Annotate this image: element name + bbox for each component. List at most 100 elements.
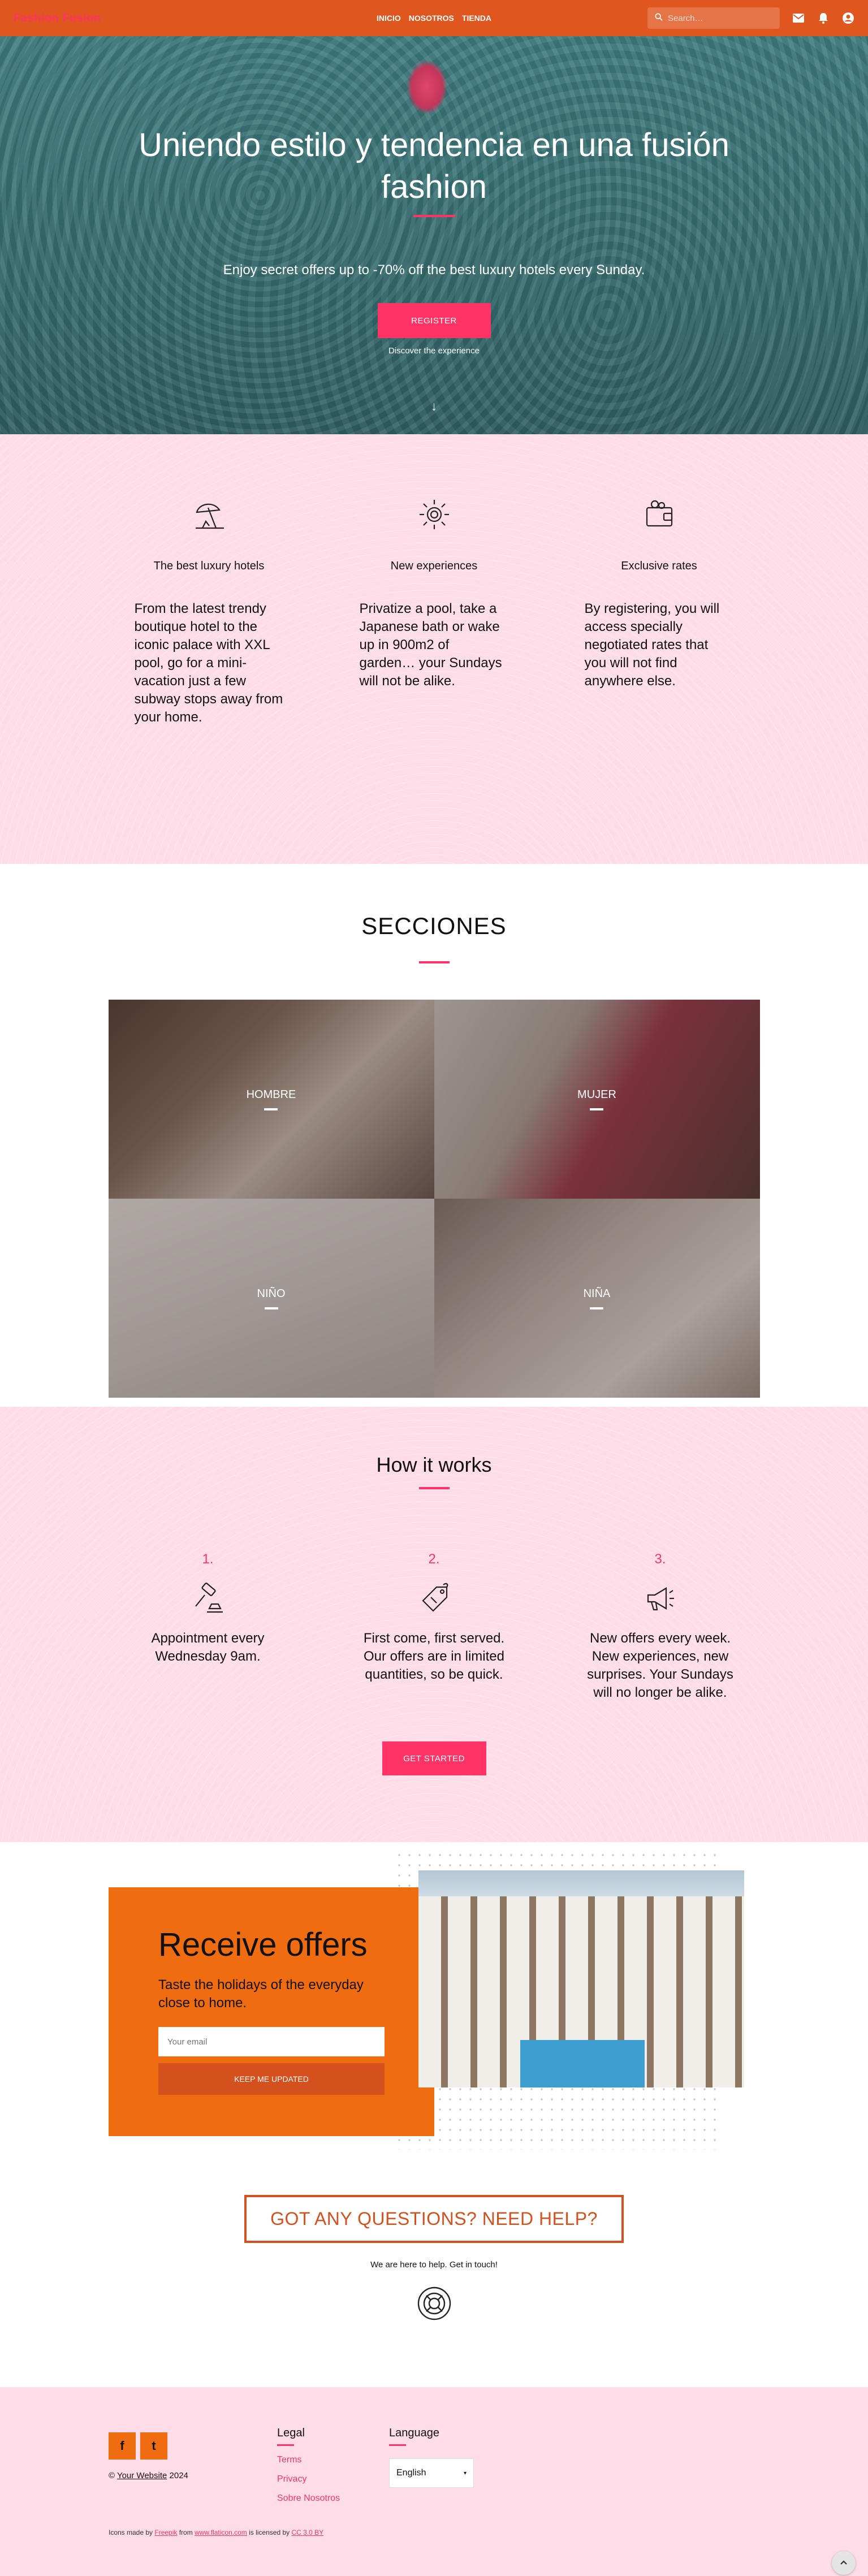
how-title: How it works bbox=[376, 1453, 492, 1476]
price-tag-icon bbox=[339, 1579, 529, 1618]
step-text: Appointment every Wednesday 9am. bbox=[151, 1631, 265, 1664]
help-title-button[interactable]: GOT ANY QUESTIONS? NEED HELP? bbox=[244, 2195, 624, 2243]
hero-section: Uniendo estilo y tendencia en una fusión… bbox=[0, 36, 868, 434]
top-bar: Fashion Fusion INICIO NOSOTROS TIENDA bbox=[0, 0, 868, 36]
keep-me-updated-button[interactable]: KEEP ME UPDATED bbox=[158, 2063, 385, 2095]
gavel-icon bbox=[113, 1579, 303, 1618]
footer: f t © Your Website 2024 Legal Terms Priv… bbox=[0, 2387, 868, 2576]
language-underline bbox=[389, 2444, 406, 2446]
language-selected-value: English bbox=[396, 2468, 426, 2478]
category-label: MUJER bbox=[577, 1088, 616, 1110]
discover-text: Discover the experience bbox=[388, 346, 480, 356]
search-icon bbox=[654, 12, 663, 24]
help-section: GOT ANY QUESTIONS? NEED HELP? We are her… bbox=[0, 2180, 868, 2387]
category-nino[interactable]: NIÑO bbox=[108, 1199, 434, 1398]
account-icon[interactable] bbox=[842, 12, 854, 24]
category-label: NIÑA bbox=[584, 1287, 610, 1309]
category-grid: HOMBRE MUJER NIÑO NIÑA bbox=[108, 1000, 760, 1398]
value-item: The best luxury hotels From the latest t… bbox=[126, 496, 293, 864]
offers-title: Receive offers bbox=[158, 1926, 368, 1963]
scroll-down-arrow-icon[interactable]: ↓ bbox=[431, 399, 437, 414]
copyright: © Your Website 2024 bbox=[109, 2471, 188, 2480]
twitter-icon[interactable]: t bbox=[140, 2432, 167, 2460]
hero-title: Uniendo estilo y tendencia en una fusión… bbox=[139, 127, 729, 205]
pool-shape bbox=[520, 2040, 645, 2087]
how-it-works-section: How it works 1. Appointment every Wednes… bbox=[0, 1407, 868, 1842]
value-text: Privatize a pool, take a Japanese bath o… bbox=[359, 601, 502, 689]
step-item: 2. First come, first served. Our offers … bbox=[339, 1551, 529, 1702]
step-number: 2. bbox=[428, 1551, 440, 1567]
nav-tienda[interactable]: TIENDA bbox=[462, 14, 491, 23]
search-input[interactable] bbox=[668, 13, 770, 23]
step-item: 3. New offers every week. New experience… bbox=[565, 1551, 755, 1702]
secciones-section: SECCIONES HOMBRE MUJER NIÑO NIÑA bbox=[0, 864, 868, 1407]
privacy-link[interactable]: Privacy bbox=[277, 2474, 389, 2484]
step-number: 1. bbox=[202, 1551, 214, 1567]
facebook-icon[interactable]: f bbox=[109, 2432, 136, 2460]
help-text: We are here to help. Get in touch! bbox=[370, 2260, 498, 2270]
how-underline bbox=[418, 1487, 450, 1489]
step-text: New offers every week. New experiences, … bbox=[587, 1631, 733, 1700]
legal-column: Legal Terms Privacy Sobre Nosotros bbox=[277, 2427, 389, 2504]
hero-title-underline bbox=[413, 215, 455, 217]
sobre-nosotros-link[interactable]: Sobre Nosotros bbox=[277, 2493, 389, 2504]
chevron-up-icon bbox=[840, 2558, 848, 2568]
category-label: NIÑO bbox=[257, 1287, 286, 1309]
category-nina[interactable]: NIÑA bbox=[434, 1199, 760, 1398]
footer-brand-column: f t © Your Website 2024 bbox=[109, 2427, 277, 2504]
step-text: First come, first served. Our offers are… bbox=[363, 1631, 505, 1682]
search-box[interactable] bbox=[647, 7, 780, 29]
icon-credits: Icons made by Freepik from www.flaticon.… bbox=[109, 2529, 324, 2536]
secciones-title: SECCIONES bbox=[361, 913, 507, 939]
hero-subtitle: Enjoy secret offers up to -70% off the b… bbox=[223, 262, 645, 278]
value-title: New experiences bbox=[390, 560, 478, 572]
value-item: Exclusive rates By registering, you will… bbox=[576, 496, 743, 864]
flaticon-link[interactable]: www.flaticon.com bbox=[195, 2529, 247, 2536]
wallet-icon bbox=[576, 496, 743, 542]
values-section: The best luxury hotels From the latest t… bbox=[0, 434, 868, 864]
sun-icon bbox=[351, 496, 518, 542]
category-hombre[interactable]: HOMBRE bbox=[108, 1000, 434, 1199]
social-links: f t bbox=[109, 2432, 277, 2460]
language-column: Language English ▾ bbox=[389, 2427, 474, 2504]
value-text: By registering, you will access speciall… bbox=[584, 601, 720, 689]
language-select[interactable]: English ▾ bbox=[389, 2458, 474, 2488]
bell-icon[interactable] bbox=[817, 12, 830, 24]
hotel-courtyard-image bbox=[418, 1870, 744, 2087]
language-title: Language bbox=[389, 2427, 439, 2439]
steps-list: 1. Appointment every Wednesday 9am. 2. F… bbox=[0, 1551, 868, 1702]
email-field[interactable] bbox=[158, 2027, 385, 2056]
back-to-top-button[interactable] bbox=[832, 2551, 856, 2575]
category-label: HOMBRE bbox=[247, 1088, 296, 1110]
legal-title: Legal bbox=[277, 2427, 305, 2439]
cc-license-link[interactable]: CC 3.0 BY bbox=[291, 2529, 323, 2536]
mail-icon[interactable] bbox=[792, 12, 805, 24]
value-text: From the latest trendy boutique hotel to… bbox=[134, 601, 283, 725]
beach-umbrella-icon bbox=[126, 496, 293, 542]
lifebuoy-icon bbox=[0, 2285, 868, 2322]
header-actions bbox=[647, 7, 854, 29]
register-button[interactable]: REGISTER bbox=[377, 303, 491, 338]
footer-columns: f t © Your Website 2024 Legal Terms Priv… bbox=[0, 2427, 868, 2504]
step-item: 1. Appointment every Wednesday 9am. bbox=[113, 1551, 303, 1702]
value-item: New experiences Privatize a pool, take a… bbox=[351, 496, 518, 864]
copyright-link[interactable]: Your Website bbox=[117, 2471, 167, 2480]
megaphone-icon bbox=[565, 1579, 755, 1618]
terms-link[interactable]: Terms bbox=[277, 2455, 389, 2465]
category-mujer[interactable]: MUJER bbox=[434, 1000, 760, 1199]
offers-section: Receive offers Taste the holidays of the… bbox=[0, 1842, 868, 2180]
offers-text: Taste the holidays of the everyday close… bbox=[158, 1977, 364, 2011]
nav-nosotros[interactable]: NOSOTROS bbox=[409, 14, 454, 23]
offer-card: Receive offers Taste the holidays of the… bbox=[109, 1887, 434, 2136]
chevron-down-icon: ▾ bbox=[463, 2470, 467, 2476]
value-title: Exclusive rates bbox=[621, 560, 697, 572]
step-number: 3. bbox=[654, 1551, 666, 1567]
legal-underline bbox=[277, 2444, 294, 2446]
get-started-button[interactable]: GET STARTED bbox=[382, 1741, 486, 1775]
freepik-link[interactable]: Freepik bbox=[154, 2529, 177, 2536]
nav-inicio[interactable]: INICIO bbox=[377, 14, 401, 23]
secciones-underline bbox=[418, 961, 450, 963]
brand-logo[interactable]: Fashion Fusion bbox=[14, 12, 101, 25]
value-title: The best luxury hotels bbox=[153, 560, 265, 572]
main-nav: INICIO NOSOTROS TIENDA bbox=[377, 14, 491, 23]
